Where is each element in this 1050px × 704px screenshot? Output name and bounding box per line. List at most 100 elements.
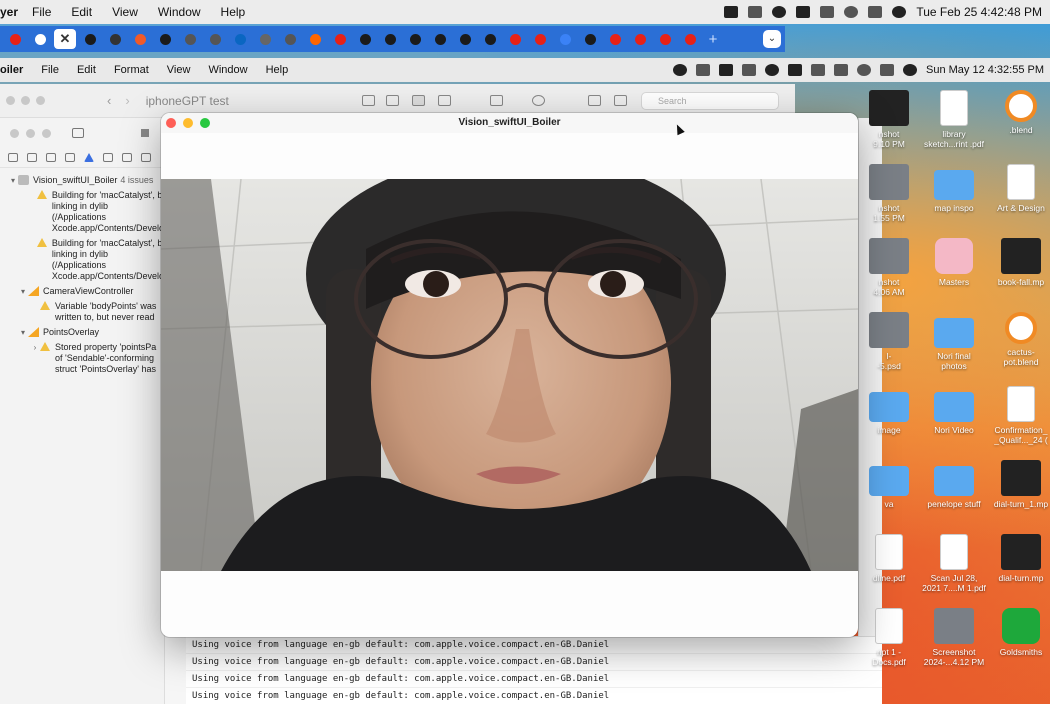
- gallery-view-icon[interactable]: [438, 95, 451, 106]
- bookmark-icon[interactable]: [46, 153, 56, 162]
- time-machine-icon[interactable]: [844, 6, 859, 18]
- desktop-item[interactable]: nshot 4.06 AM: [855, 238, 923, 297]
- issue-tree-row[interactable]: Variable 'bodyPoints' was written to, bu…: [0, 299, 164, 325]
- issue-tree-row[interactable]: Building for 'macCatalyst', b linking in…: [0, 236, 164, 284]
- browser-tab[interactable]: [579, 29, 601, 49]
- browser-tab[interactable]: [454, 29, 476, 49]
- browser-tab[interactable]: [354, 29, 376, 49]
- browser-tab[interactable]: [629, 29, 651, 49]
- browser-tab[interactable]: [604, 29, 626, 49]
- browser-tab[interactable]: [529, 29, 551, 49]
- play-icon[interactable]: [772, 6, 787, 18]
- breakpoint-navigator-icon[interactable]: [141, 153, 151, 162]
- grid-view-icon[interactable]: [362, 95, 375, 106]
- sidebar-toggle-icon[interactable]: [72, 128, 84, 138]
- nav-minimize-button[interactable]: [26, 128, 35, 138]
- browser-tab[interactable]: [79, 29, 101, 49]
- browser-tab[interactable]: [429, 29, 451, 49]
- desktop-item[interactable]: nshot 1.55 PM: [855, 164, 923, 223]
- browser-tab[interactable]: [154, 29, 176, 49]
- browser-tab[interactable]: [179, 29, 201, 49]
- issue-tree-row[interactable]: Building for 'macCatalyst', b linking in…: [0, 188, 164, 236]
- issue-tree-row[interactable]: › Stored property 'pointsPa of 'Sendable'…: [0, 340, 164, 377]
- stop-icon[interactable]: [141, 129, 149, 137]
- list-view-icon[interactable]: [386, 95, 399, 106]
- browser-tab[interactable]: [29, 29, 51, 49]
- battery-icon[interactable]: [724, 6, 739, 18]
- desktop-item[interactable]: Nori Video: [920, 386, 988, 435]
- desktop-item[interactable]: penelope stuff: [920, 460, 988, 509]
- siri-icon[interactable]: [902, 64, 917, 76]
- browser-tab[interactable]: [679, 29, 701, 49]
- time-machine-icon[interactable]: [856, 64, 871, 76]
- keyboard-input-icon[interactable]: [796, 6, 811, 18]
- desktop-item[interactable]: map inspo: [920, 164, 988, 213]
- outer-menu-edit[interactable]: Edit: [71, 5, 92, 19]
- issue-tree-row[interactable]: ▾ Vision_swiftUI_Boiler 4 issues: [0, 173, 164, 188]
- vision-titlebar[interactable]: Vision_swiftUI_Boiler: [161, 113, 858, 133]
- play-icon[interactable]: [764, 64, 779, 76]
- test-navigator-icon[interactable]: [103, 153, 113, 162]
- desktop-item[interactable]: dial-turn_1.mp: [987, 460, 1050, 509]
- outer-app-name[interactable]: yer: [0, 5, 18, 19]
- disclosure-caret-icon[interactable]: ▾: [8, 175, 18, 186]
- battery-icon[interactable]: [810, 64, 825, 76]
- desktop-item[interactable]: Nori final photos: [920, 312, 988, 371]
- desktop-item[interactable]: l- -5.psd: [855, 312, 923, 371]
- nav-close-button[interactable]: [10, 128, 19, 138]
- inner-menu-edit[interactable]: Edit: [77, 64, 96, 76]
- close-tab-icon[interactable]: ✕: [60, 31, 71, 47]
- browser-tab[interactable]: [254, 29, 276, 49]
- desktop-item[interactable]: Goldsmiths: [987, 608, 1050, 657]
- source-control-icon[interactable]: [27, 153, 37, 162]
- outer-menu-file[interactable]: File: [32, 5, 51, 19]
- browser-tab[interactable]: [479, 29, 501, 49]
- disclosure-caret-icon[interactable]: ▾: [18, 286, 28, 297]
- wifi-icon[interactable]: [820, 6, 835, 18]
- column-view-icon[interactable]: [412, 95, 425, 106]
- more-actions-icon[interactable]: [532, 95, 545, 106]
- inner-clock[interactable]: Sun May 12 4:32:55 PM: [926, 64, 1044, 76]
- outer-menu-view[interactable]: View: [112, 5, 138, 19]
- desktop-item[interactable]: nshot 9.10 PM: [855, 90, 923, 149]
- inner-menu-window[interactable]: Window: [208, 64, 247, 76]
- browser-tab[interactable]: [554, 29, 576, 49]
- desktop-item[interactable]: va: [855, 460, 923, 509]
- browser-tab[interactable]: [204, 29, 226, 49]
- scheme-title[interactable]: iphoneGPT test: [146, 94, 229, 108]
- wifi-icon[interactable]: [833, 64, 848, 76]
- inner-menu-file[interactable]: File: [41, 64, 59, 76]
- forward-arrow-icon[interactable]: ›: [125, 93, 129, 108]
- browser-tab[interactable]: [104, 29, 126, 49]
- find-icon[interactable]: [65, 153, 75, 162]
- browser-tab[interactable]: [4, 29, 26, 49]
- creative-cloud-icon[interactable]: [695, 64, 710, 76]
- tab-list-dropdown-icon[interactable]: ⌄: [763, 30, 781, 48]
- desktop-item[interactable]: book-fall.mp: [987, 238, 1050, 287]
- xcode-close-button[interactable]: [6, 96, 15, 105]
- browser-tab[interactable]: [504, 29, 526, 49]
- outer-menu-window[interactable]: Window: [158, 5, 201, 19]
- folder-navigator-icon[interactable]: [8, 153, 18, 162]
- inner-app-name[interactable]: oiler: [0, 64, 23, 76]
- tag-icon[interactable]: [614, 95, 627, 106]
- siri-icon[interactable]: [892, 6, 907, 18]
- desktop-item[interactable]: dial-turn.mp: [987, 534, 1050, 583]
- inner-menu-help[interactable]: Help: [266, 64, 289, 76]
- browser-tab[interactable]: [304, 29, 326, 49]
- outer-menu-help[interactable]: Help: [221, 5, 246, 19]
- record-icon[interactable]: [672, 64, 687, 76]
- desktop-item[interactable]: Masters: [920, 238, 988, 287]
- xcode-zoom-button[interactable]: [36, 96, 45, 105]
- inner-menu-view[interactable]: View: [167, 64, 191, 76]
- desktop-item[interactable]: image: [855, 386, 923, 435]
- desktop-item[interactable]: cactus- pot.blend: [987, 312, 1050, 367]
- keyboard-input-icon[interactable]: [787, 64, 802, 76]
- issue-tree-row[interactable]: ▾ PointsOverlay: [0, 325, 164, 340]
- browser-tab[interactable]: [329, 29, 351, 49]
- nav-zoom-button[interactable]: [42, 128, 51, 138]
- desktop-item[interactable]: library sketch...rint .pdf: [920, 90, 988, 149]
- desktop-item[interactable]: .blend: [987, 90, 1050, 135]
- debug-console[interactable]: Using voice from language en-gb default:…: [186, 636, 882, 704]
- desktop-item[interactable]: ript 1 - Docs.pdf: [855, 608, 923, 667]
